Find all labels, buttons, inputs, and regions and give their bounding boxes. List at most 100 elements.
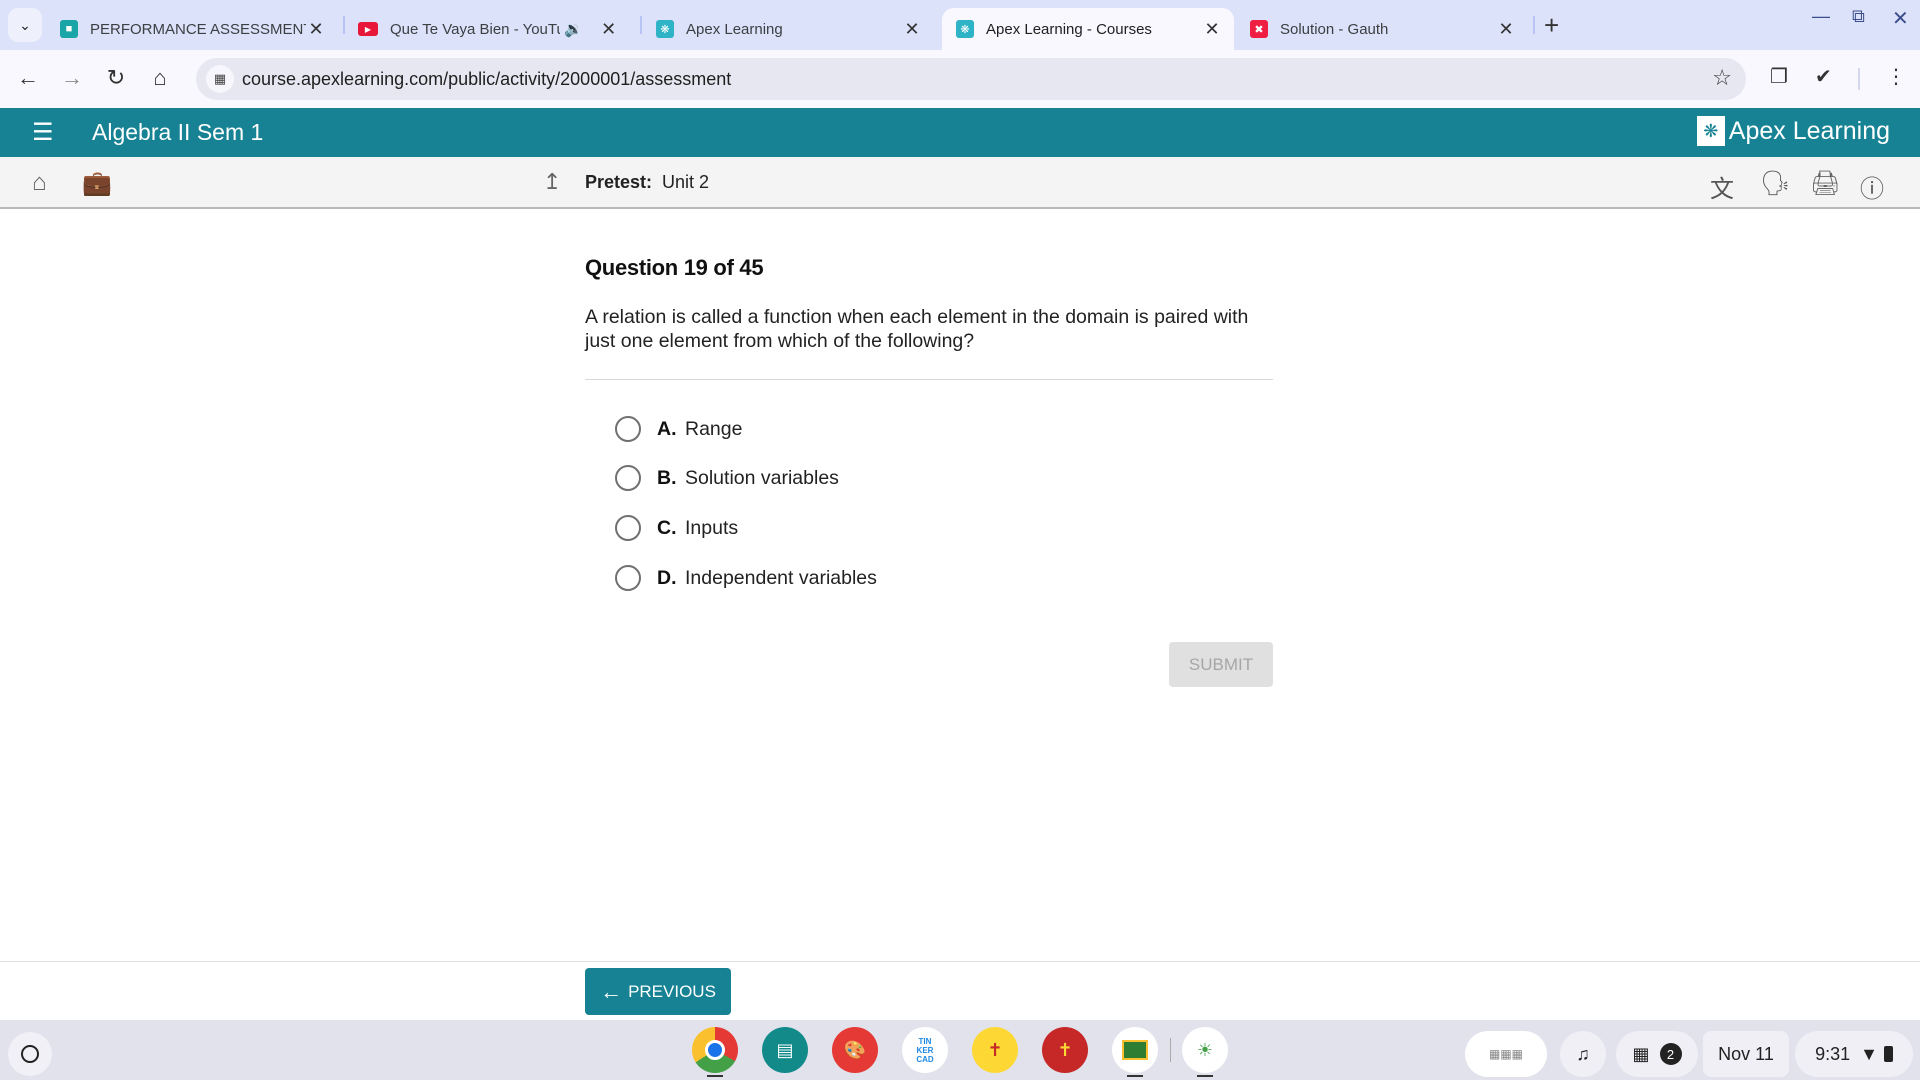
radio-button[interactable] <box>615 416 641 442</box>
bookmark-star-icon[interactable]: ☆ <box>1712 65 1732 91</box>
reload-icon: ↻ <box>106 65 126 90</box>
tab-performance-assessment[interactable]: ■ PERFORMANCE ASSESSMENT ✕ <box>46 8 338 50</box>
close-icon[interactable]: ✕ <box>306 19 326 40</box>
home-icon[interactable]: ⌂ <box>32 169 47 197</box>
tab-search-button[interactable]: ⌄ <box>8 8 42 42</box>
translate-icon[interactable]: 文 <box>1710 169 1734 204</box>
answer-option-d[interactable]: D. Independent variables <box>615 565 877 591</box>
tab-youtube[interactable]: ▶ Que Te Vaya Bien - YouTube 🔉 ✕ <box>344 8 636 50</box>
more-menu-icon[interactable]: ⋮ <box>1886 64 1906 89</box>
close-icon[interactable]: ✕ <box>599 19 619 40</box>
audio-playing-icon[interactable]: 🔉 <box>564 20 583 38</box>
app-gauth[interactable]: ☀ <box>1182 1027 1228 1073</box>
extensions-puzzle-icon[interactable]: ✔ <box>1815 64 1832 89</box>
address-bar[interactable]: ▦ course.apexlearning.com/public/activit… <box>196 58 1746 100</box>
os-shelf: ▤ 🎨 TIN KER CAD ✝ ✝ ☀ ▦▦▦ ♫ ▦ 2 Nov 11 9… <box>0 1020 1920 1080</box>
course-menu-icon[interactable]: ☰ <box>32 118 54 147</box>
radio-button[interactable] <box>615 565 641 591</box>
tinkercad-icon: TIN KER CAD <box>916 1036 934 1064</box>
apex-icon: ❋ <box>956 20 974 38</box>
help-icon[interactable]: ⓘ <box>1860 169 1884 204</box>
briefcase-icon[interactable]: 💼 <box>82 169 112 198</box>
date-tray[interactable]: Nov 11 <box>1703 1031 1789 1077</box>
restore-icon: ⧉ <box>1852 6 1865 26</box>
url-text[interactable]: course.apexlearning.com/public/activity/… <box>242 69 731 90</box>
answer-option-b[interactable]: B. Solution variables <box>615 465 839 491</box>
course-title: Algebra II Sem 1 <box>92 119 264 145</box>
app-tinkercad[interactable]: TIN KER CAD <box>902 1027 948 1073</box>
app-header: ☰ Algebra II Sem 1 ❋ Apex Learning <box>0 108 1920 157</box>
question-footer: ← PREVIOUS <box>0 961 1920 1020</box>
chrome-icon <box>705 1040 725 1060</box>
youtube-icon: ▶ <box>358 22 378 36</box>
tab-gauth[interactable]: ✖ Solution - Gauth ✕ <box>1236 8 1528 50</box>
back-button[interactable]: ← <box>12 62 44 94</box>
new-tab-button[interactable]: + <box>1544 10 1559 41</box>
screencast-icon: ▤ <box>776 1039 794 1060</box>
tab-apex-learning-courses[interactable]: ❋ Apex Learning - Courses ✕ <box>942 8 1234 50</box>
close-icon[interactable]: ✕ <box>1496 19 1516 40</box>
previous-button[interactable]: ← PREVIOUS <box>585 968 731 1015</box>
close-window-button[interactable]: ✕ <box>1892 6 1909 31</box>
close-icon[interactable]: ✕ <box>1202 19 1222 40</box>
browser-toolbar: ← → ↻ ⌂ ▦ course.apexlearning.com/public… <box>0 50 1920 108</box>
launcher-icon <box>21 1045 39 1063</box>
enterprise-icon: ▦ <box>1632 1043 1650 1064</box>
site-info-icon[interactable]: ▦ <box>206 65 234 93</box>
shelf-separator <box>1170 1038 1171 1062</box>
desk-preview[interactable]: ▦▦▦ <box>1465 1031 1547 1077</box>
playlist-music-icon: ♫ <box>1576 1043 1590 1064</box>
gauth-icon: ✖ <box>1250 20 1268 38</box>
tab-apex-learning[interactable]: ❋ Apex Learning ✕ <box>642 8 934 50</box>
question-number: Question 19 of 45 <box>585 255 764 280</box>
app-canvas[interactable]: 🎨 <box>832 1027 878 1073</box>
launcher-button[interactable] <box>8 1032 52 1076</box>
tab-separator <box>1533 16 1535 34</box>
print-icon[interactable]: 🖨 <box>1810 169 1840 198</box>
app-running-indicator <box>707 1075 723 1077</box>
media-controls-button[interactable]: ♫ <box>1560 1031 1606 1077</box>
reload-button[interactable]: ↻ <box>100 62 132 94</box>
apex-logo-icon: ❋ <box>1696 116 1725 146</box>
notification-count-badge: 2 <box>1659 1043 1682 1065</box>
wifi-icon: ▼ <box>1860 1043 1878 1064</box>
question-text: A relation is called a function when eac… <box>585 306 1249 352</box>
restore-button[interactable]: ⧉ <box>1852 6 1865 27</box>
apex-icon: ❋ <box>656 20 674 38</box>
app-running-indicator <box>1197 1075 1213 1077</box>
gauth-icon: ☀ <box>1196 1039 1214 1060</box>
arrow-left-icon: ← <box>600 978 623 1004</box>
answer-option-a[interactable]: A. Range <box>615 416 742 442</box>
arrow-right-icon: → <box>61 65 83 90</box>
app-running-indicator <box>1127 1075 1143 1077</box>
home-icon: ⌂ <box>153 65 167 90</box>
submit-button[interactable]: SUBMIT <box>1169 642 1273 687</box>
close-icon[interactable]: ✕ <box>902 19 922 40</box>
divider <box>585 379 1273 380</box>
radio-button[interactable] <box>615 515 641 541</box>
radio-button[interactable] <box>615 465 641 491</box>
back-to-unit-icon[interactable]: ↥ <box>543 169 561 195</box>
arrow-left-icon: ← <box>17 65 39 90</box>
cast-icon[interactable]: ❐ <box>1770 64 1788 89</box>
question-panel: Question 19 of 45 A relation is called a… <box>585 255 1273 380</box>
text-to-speech-icon[interactable]: 🗣 <box>1760 169 1790 198</box>
plus-icon: + <box>1544 10 1560 40</box>
activity-toolbar: ⌂ 💼 ↥ Pretest: Unit 2 文 🗣 🖨 ⓘ <box>0 157 1920 209</box>
answer-option-c[interactable]: C. Inputs <box>615 515 738 541</box>
forward-button[interactable]: → <box>56 62 88 94</box>
browser-tab-strip: ⌄ ■ PERFORMANCE ASSESSMENT ✕ ▶ Que Te Va… <box>0 0 1920 50</box>
app-google-classroom[interactable] <box>1112 1027 1158 1073</box>
status-tray[interactable]: 9:31 ▼ <box>1795 1031 1913 1077</box>
classroom-icon: ■ <box>60 20 78 38</box>
app-chrome[interactable] <box>692 1027 738 1073</box>
app-yellow[interactable]: ✝ <box>972 1027 1018 1073</box>
app-screencast[interactable]: ▤ <box>762 1027 808 1073</box>
chevron-down-icon: ⌄ <box>19 16 31 33</box>
home-button[interactable]: ⌂ <box>144 62 176 94</box>
minimize-button[interactable]: — <box>1812 6 1830 27</box>
app-red[interactable]: ✝ <box>1042 1027 1088 1073</box>
notifications-button[interactable]: ▦ 2 <box>1616 1031 1698 1077</box>
palette-icon: 🎨 <box>843 1039 867 1060</box>
window-thumbnails-icon: ▦▦▦ <box>1488 1047 1523 1061</box>
